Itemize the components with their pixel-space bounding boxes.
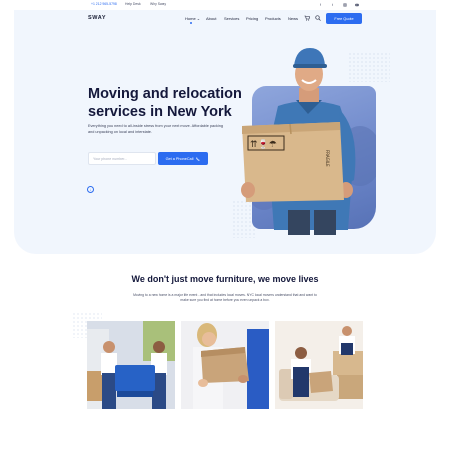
nav-active-indicator	[190, 22, 192, 24]
instagram-icon[interactable]	[342, 2, 347, 7]
section-text: Moving to a new home is a major life eve…	[133, 293, 317, 303]
phone-call-label: Get a PhoneCall	[165, 156, 194, 161]
logo[interactable]: SWAY	[88, 15, 106, 21]
section-title: We don't just move furniture, we move li…	[131, 274, 319, 284]
mover-figure: ⇈🍷☂ FRAGILE	[241, 48, 356, 235]
phone-input[interactable]: Your phone number...	[88, 152, 156, 165]
why-sway-link[interactable]: Why Sway	[150, 2, 166, 6]
phone-call-button[interactable]: Get a PhoneCall	[158, 152, 208, 165]
phone-link[interactable]: +1 212 965-5798	[91, 2, 117, 6]
svg-text:FRAGILE: FRAGILE	[325, 150, 330, 167]
top-bar: +1 212 965-5798 Help Desk Why Sway f t	[0, 0, 450, 10]
help-desk-link[interactable]: Help Desk	[125, 2, 141, 6]
twitter-icon[interactable]: t	[330, 2, 335, 7]
nav-home[interactable]: Home ⌄	[185, 16, 200, 21]
free-quote-button[interactable]: Free Quote	[326, 13, 362, 24]
nav-news[interactable]: News	[288, 16, 298, 21]
nav-pricing[interactable]: Pricing	[246, 16, 258, 21]
nav-about[interactable]: About	[206, 16, 216, 21]
photo-box-handover	[181, 321, 269, 409]
photo-movers-sofa	[275, 321, 363, 409]
nav-services[interactable]: Services	[224, 16, 239, 21]
nav-products[interactable]: Products	[265, 16, 281, 21]
cart-icon[interactable]	[304, 15, 311, 23]
phone-icon	[196, 156, 201, 161]
search-icon[interactable]	[315, 15, 321, 23]
facebook-icon[interactable]: f	[318, 2, 323, 7]
hero-headline: Moving and relocation services in New Yo…	[88, 86, 242, 120]
photo-movers-lifting	[87, 321, 175, 409]
svg-text:⇈🍷☂: ⇈🍷☂	[250, 138, 277, 150]
hero-subtext: Everything you need to all-inside stress…	[88, 124, 224, 134]
youtube-icon[interactable]	[354, 2, 359, 7]
scroll-down-icon[interactable]: ↓	[87, 186, 94, 193]
